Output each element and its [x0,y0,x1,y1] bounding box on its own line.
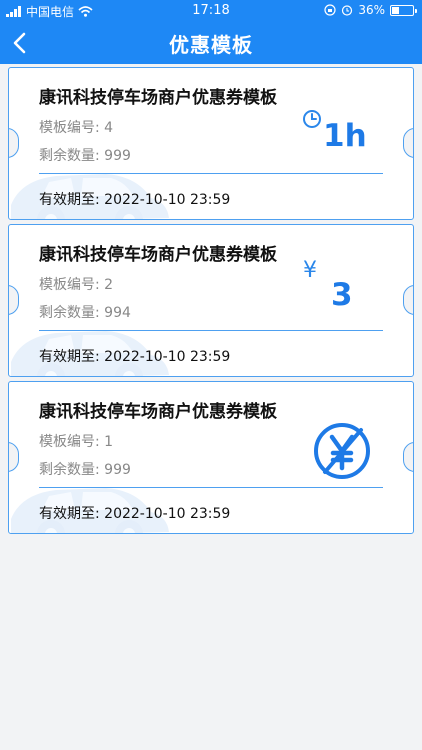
divider [39,173,383,174]
valid-until: 有效期至: 2022-10-10 23:59 [39,192,231,208]
valid-until: 有效期至: 2022-10-10 23:59 [39,506,231,522]
divider [39,487,383,488]
ticket-notch-right [403,442,413,472]
remaining-count: 剩余数量: 999 [39,462,131,478]
yen-icon: ¥ [303,258,317,283]
coupon-value-hours: 1h [323,118,367,154]
ticket-notch-left [9,442,19,472]
page-title: 优惠模板 [169,33,253,57]
coupon-card[interactable]: 康讯科技停车场商户优惠券模板 模板编号: 1 剩余数量: 999 有效期至: 2… [8,381,414,534]
coupon-title: 康讯科技停车场商户优惠券模板 [39,88,277,108]
coupon-card[interactable]: 康讯科技停车场商户优惠券模板 模板编号: 2 剩余数量: 994 有效期至: 2… [8,224,414,377]
nav-bar: 优惠模板 [0,22,422,64]
battery-percent: 36% [358,3,385,17]
ticket-notch-right [403,128,413,158]
template-number: 模板编号: 2 [39,277,114,293]
coupon-card[interactable]: 康讯科技停车场商户优惠券模板 模板编号: 4 剩余数量: 999 有效期至: 2… [8,67,414,220]
coupon-value-amount: 3 [331,277,353,313]
coupon-title: 康讯科技停车场商户优惠券模板 [39,245,277,265]
battery-icon [390,4,417,16]
ticket-notch-right [403,285,413,315]
coupon-title: 康讯科技停车场商户优惠券模板 [39,402,277,422]
divider [39,330,383,331]
template-number: 模板编号: 1 [39,434,114,450]
orientation-lock-icon [324,4,336,16]
remaining-count: 剩余数量: 999 [39,148,131,164]
alarm-icon [342,5,353,16]
remaining-count: 剩余数量: 994 [39,305,131,321]
valid-until: 有效期至: 2022-10-10 23:59 [39,349,231,365]
ticket-notch-left [9,285,19,315]
free-yen-icon [314,423,370,479]
top-bar: 中国电信 17:18 36% 优惠模板 [0,0,422,64]
status-right: 36% [324,3,417,17]
ticket-notch-left [9,128,19,158]
status-bar: 中国电信 17:18 36% [0,0,422,22]
clock-icon [303,110,321,128]
template-number: 模板编号: 4 [39,120,114,136]
